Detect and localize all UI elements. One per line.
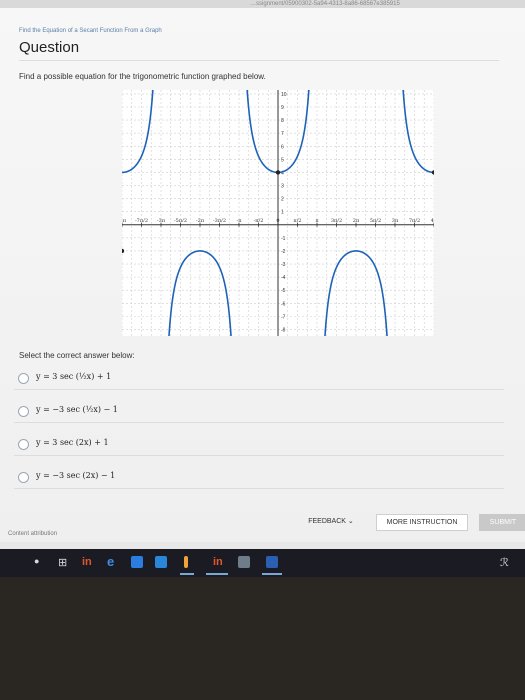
- camera-icon[interactable]: [184, 556, 188, 568]
- store-icon[interactable]: [131, 556, 143, 568]
- y-tick-label: 8: [281, 118, 284, 124]
- linkedin-icon[interactable]: in: [82, 556, 92, 568]
- radio-button[interactable]: [18, 439, 29, 450]
- active-app-indicator-3: [262, 573, 282, 575]
- y-tick-label: -4: [281, 275, 286, 281]
- active-app-indicator-2: [206, 573, 228, 575]
- title-divider: [19, 60, 499, 61]
- graph-svg: -4π-7π/2-3π-5π/2-2π-3π/2-π-π/20π/2π3π/22…: [122, 90, 434, 336]
- url-text: …ssignment/05900302-5a94-4313-8a86-68567…: [250, 1, 400, 7]
- y-tick-label: 1: [281, 210, 284, 216]
- y-tick-label: 5: [281, 157, 284, 163]
- edge-icon[interactable]: e: [107, 554, 114, 569]
- question-page: Find the Equation of a Secant Function F…: [0, 8, 525, 542]
- y-tick-label: -7: [281, 314, 286, 320]
- photos-icon[interactable]: [238, 556, 250, 568]
- y-tick-label: 3: [281, 184, 284, 190]
- y-tick-label: -2: [281, 249, 286, 255]
- y-tick-label: -3: [281, 262, 286, 268]
- answer-equation: y = 3 sec (½x) + 1: [36, 372, 112, 381]
- question-title: Question: [19, 39, 80, 56]
- answer-option-4[interactable]: y = −3 sec (2x) − 1: [14, 468, 504, 489]
- answer-option-2[interactable]: y = −3 sec (½x) − 1: [14, 402, 504, 423]
- tray-icon[interactable]: ℛ: [500, 556, 509, 569]
- windows-icon[interactable]: ⊞: [58, 556, 67, 569]
- y-tick-label: 2: [281, 197, 284, 203]
- mic-icon[interactable]: ●: [34, 556, 39, 566]
- answer-equation: y = −3 sec (2x) − 1: [36, 471, 116, 480]
- feedback-button[interactable]: FEEDBACK ⌄: [299, 514, 363, 529]
- secant-curve-branch: [402, 90, 434, 174]
- submit-button[interactable]: SUBMIT: [479, 514, 525, 531]
- explorer-icon[interactable]: [155, 556, 167, 568]
- windows-taskbar: ● ⊞ in e in ℛ: [0, 549, 525, 577]
- y-tick-label: 6: [281, 144, 284, 150]
- y-tick-label: 10: [281, 92, 287, 98]
- y-tick-label: -8: [281, 327, 286, 333]
- linkedin-2-icon[interactable]: in: [213, 556, 223, 568]
- vertex-point: [122, 248, 125, 254]
- answer-option-3[interactable]: y = 3 sec (2x) + 1: [14, 435, 504, 456]
- question-prompt: Find a possible equation for the trigono…: [19, 72, 266, 81]
- radio-button[interactable]: [18, 472, 29, 483]
- more-instruction-button[interactable]: MORE INSTRUCTION: [376, 514, 468, 531]
- radio-button[interactable]: [18, 406, 29, 417]
- y-tick-label: 9: [281, 105, 284, 111]
- y-tick-label: -1: [281, 236, 286, 242]
- x-tick-label: -4π: [122, 218, 127, 224]
- y-tick-label: -6: [281, 301, 286, 307]
- radio-button[interactable]: [18, 373, 29, 384]
- y-tick-label: -5: [281, 288, 286, 294]
- word-icon[interactable]: [266, 556, 278, 568]
- secant-curve-branch: [122, 90, 154, 174]
- browser-url-bar[interactable]: …ssignment/05900302-5a94-4313-8a86-68567…: [0, 0, 525, 8]
- answer-option-1[interactable]: y = 3 sec (½x) + 1: [14, 369, 504, 390]
- x-tick-label: 4π: [431, 218, 434, 224]
- y-tick-label: 7: [281, 131, 284, 137]
- desk-surface: [0, 577, 525, 700]
- vertex-point: [275, 170, 281, 175]
- breadcrumb[interactable]: Find the Equation of a Secant Function F…: [19, 28, 162, 34]
- select-answer-label: Select the correct answer below:: [19, 351, 135, 360]
- secant-graph: -4π-7π/2-3π-5π/2-2π-3π/2-π-π/20π/2π3π/22…: [122, 90, 434, 336]
- vertex-point: [431, 170, 434, 175]
- content-attribution-link[interactable]: Content attribution: [8, 531, 57, 537]
- answer-equation: y = −3 sec (½x) − 1: [36, 405, 118, 414]
- answer-equation: y = 3 sec (2x) + 1: [36, 438, 109, 447]
- active-app-indicator: [180, 573, 194, 575]
